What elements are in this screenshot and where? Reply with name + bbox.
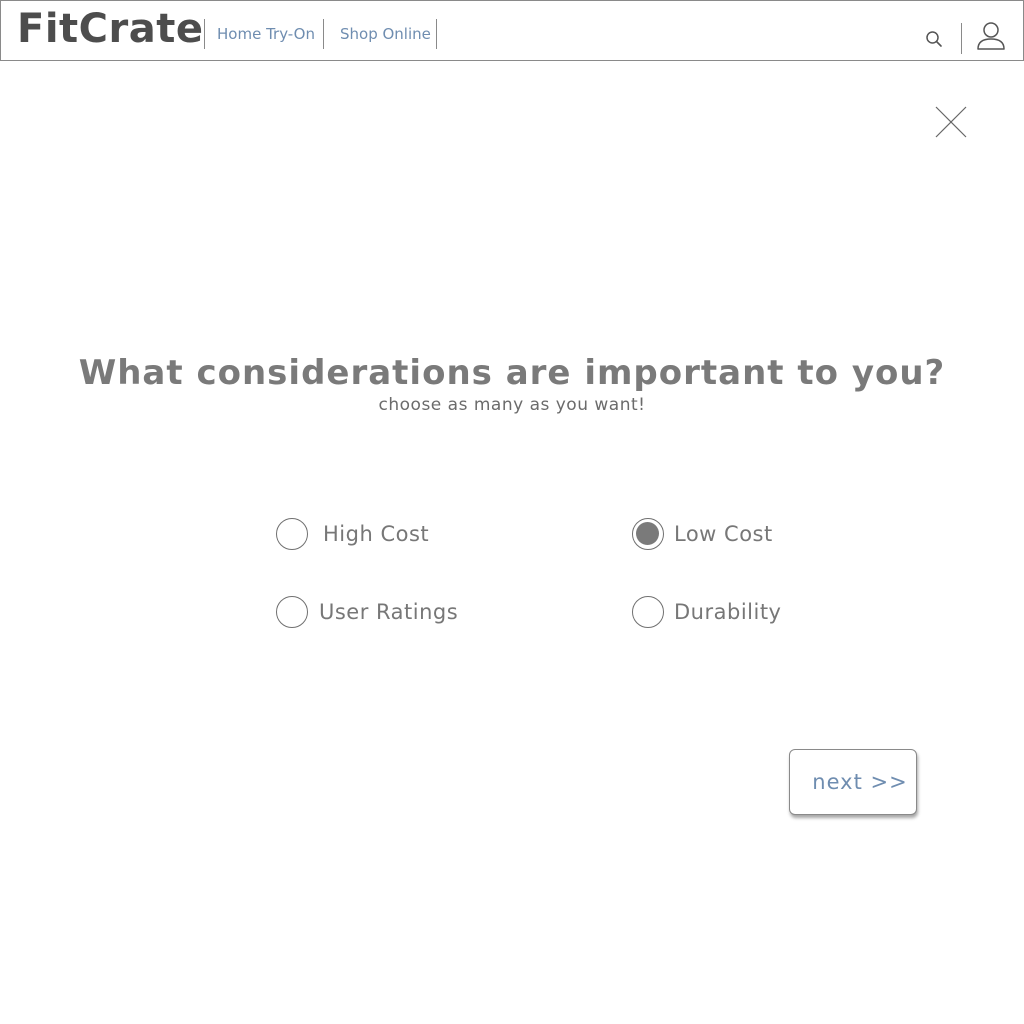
option-low-cost[interactable]: Low Cost xyxy=(632,518,792,554)
option-label: Durability xyxy=(674,600,782,624)
nav-divider xyxy=(204,19,205,49)
option-durability[interactable]: Durability xyxy=(632,596,802,632)
close-icon[interactable] xyxy=(934,105,968,139)
option-label: User Ratings xyxy=(319,600,459,624)
next-button-label: next >> xyxy=(812,770,908,794)
option-high-cost[interactable]: High Cost xyxy=(276,518,456,554)
question-title: What considerations are important to you… xyxy=(78,353,946,393)
option-label: High Cost xyxy=(323,522,430,546)
top-nav-bar: FitCrate Home Try-On Shop Online xyxy=(0,0,1024,61)
user-icon[interactable] xyxy=(976,21,1006,51)
nav-link-shop-online[interactable]: Shop Online xyxy=(340,25,431,43)
radio-button[interactable] xyxy=(632,596,664,628)
option-label: Low Cost xyxy=(674,522,773,546)
next-button[interactable]: next >> xyxy=(789,749,917,815)
radio-button[interactable] xyxy=(276,596,308,628)
header-divider xyxy=(961,23,962,54)
nav-divider xyxy=(323,19,324,49)
search-icon[interactable] xyxy=(925,30,943,48)
radio-button-selected[interactable] xyxy=(632,518,664,550)
nav-link-home-try-on[interactable]: Home Try-On xyxy=(217,25,315,43)
nav-divider xyxy=(436,19,437,49)
radio-button[interactable] xyxy=(276,518,308,550)
fitcrate-logo[interactable]: FitCrate xyxy=(17,7,203,51)
question-subtitle: choose as many as you want! xyxy=(378,395,646,415)
option-user-ratings[interactable]: User Ratings xyxy=(276,596,459,632)
